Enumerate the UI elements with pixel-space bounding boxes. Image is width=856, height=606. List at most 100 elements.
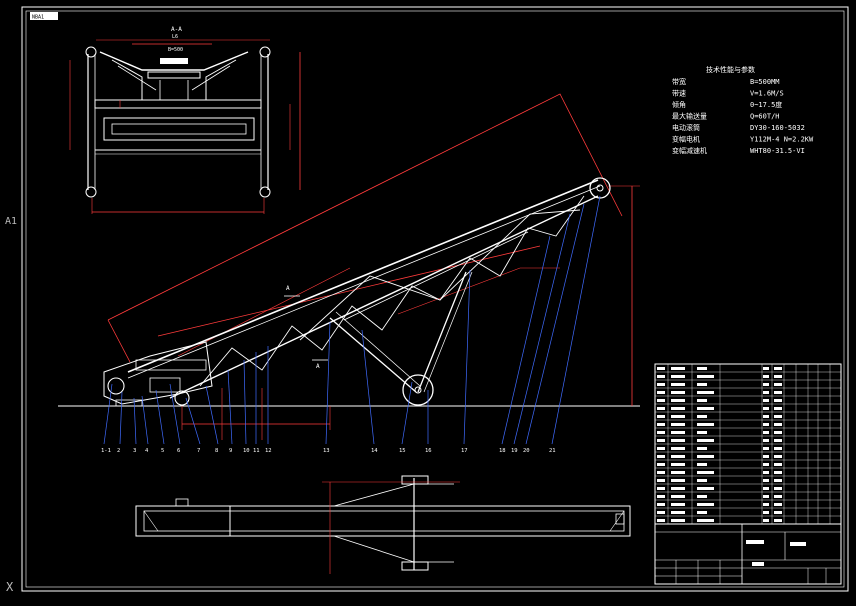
parts-cell-ink [763, 367, 769, 370]
parts-cell-ink [697, 471, 714, 474]
parts-cell-ink [763, 431, 769, 434]
parts-cell-ink [774, 463, 782, 466]
part-number-label: 2 [117, 448, 120, 454]
belt-top-strip [160, 58, 188, 64]
parts-cell-ink [697, 439, 714, 442]
truss-bottom-chord [169, 195, 599, 399]
parts-cell-ink [774, 391, 782, 394]
part-number-label: 12 [265, 448, 272, 454]
truss-top-chord [127, 179, 599, 373]
parts-cell-ink [657, 423, 665, 426]
part-number-label: 21 [549, 448, 556, 454]
parts-cell-ink [671, 439, 685, 442]
parts-cell-ink [671, 471, 685, 474]
part-number-label: 18 [499, 448, 506, 454]
dim-overall-length [107, 93, 623, 321]
part-leader-line [185, 397, 201, 445]
parts-cell-ink [697, 519, 714, 522]
part-leader-line [205, 385, 219, 445]
parts-cell-ink [657, 439, 665, 442]
parts-cell-ink [671, 399, 685, 402]
parts-cell-ink [763, 511, 769, 514]
spec-value: V=1.6M/S [750, 90, 784, 98]
parts-cell-ink [657, 391, 665, 394]
parts-cell-ink [763, 455, 769, 458]
part-number-label: 10 [243, 448, 250, 454]
plan-frame-outer [135, 505, 631, 537]
part-leader-line [325, 321, 331, 445]
parts-cell-ink [671, 455, 685, 458]
parts-cell-ink [671, 431, 685, 434]
plan-wheel-bottom [401, 561, 429, 571]
cad-drawing-canvas[interactable]: NBA1 A1 X A-A L6 B=500 技术性能与参数 带宽 B=500M… [0, 0, 856, 606]
section-wheel-left [85, 186, 97, 198]
parts-cell-ink [671, 519, 685, 522]
parts-cell-ink [671, 415, 685, 418]
parts-cell-ink [657, 479, 665, 482]
tail-pulley [107, 377, 125, 395]
support-leg-front [329, 317, 417, 393]
spec-name: 带速 [672, 90, 686, 98]
part-number-label: 17 [461, 448, 468, 454]
support-leg-rear [417, 271, 467, 393]
parts-cell-ink [763, 479, 769, 482]
section-view-sub: L6 [172, 34, 178, 40]
parts-cell-ink [657, 487, 665, 490]
parts-cell-ink [657, 407, 665, 410]
section-marker-a2: A [316, 363, 320, 370]
section-width-label: B=500 [168, 47, 183, 53]
parts-cell-ink [763, 423, 769, 426]
main-elevation: A A 1-1 2 3 4 5 6 7 8 9 10 11 12 13 14 15 16 17 18 19 20 21 [58, 93, 640, 454]
parts-cell-ink [763, 463, 769, 466]
spec-value: B=500MM [750, 78, 780, 86]
spec-value: WHT80-31.5-VI [750, 147, 805, 155]
sheet-border-outer [21, 6, 849, 592]
part-number-label: 19 [511, 448, 518, 454]
title-stamp-text: NBA1 [32, 15, 44, 21]
sheet-border-inner [25, 10, 845, 588]
parts-cell-ink [763, 471, 769, 474]
part-leader-line [133, 397, 137, 445]
parts-cell-ink [774, 479, 782, 482]
plan-wheel-top [401, 475, 429, 485]
spec-name: 变幅电机 [672, 135, 700, 144]
tech-specs-title: 技术性能与参数 [706, 65, 755, 74]
part-leader-line [361, 329, 375, 445]
part-leader-line [551, 195, 601, 445]
parts-cell-ink [774, 399, 782, 402]
parts-cell-ink [763, 439, 769, 442]
parts-cell-ink [671, 503, 685, 506]
spec-name: 倾角 [672, 100, 686, 109]
parts-cell-ink [657, 415, 665, 418]
parts-cell-ink [671, 367, 685, 370]
part-leader-line [155, 389, 165, 445]
title-block [654, 523, 842, 585]
sheet-size-label: A1 [5, 216, 17, 227]
parts-cell-ink [697, 479, 707, 482]
parts-cell-ink [697, 511, 707, 514]
head-pulley [589, 177, 611, 199]
parts-cell-ink [763, 375, 769, 378]
section-view-label: A-A [171, 26, 182, 33]
parts-cell-ink [763, 519, 769, 522]
parts-cell-ink [657, 447, 665, 450]
parts-cell-ink [657, 463, 665, 466]
part-number-label: 3 [133, 448, 136, 454]
parts-cell-ink [763, 399, 769, 402]
spec-name: 带宽 [672, 77, 686, 86]
part-number-label: 5 [161, 448, 164, 454]
part-leader-line [501, 235, 551, 445]
parts-cell-ink [671, 495, 685, 498]
parts-cell-ink [774, 495, 782, 498]
parts-cell-ink [671, 479, 685, 482]
section-wheel-left-top [85, 46, 97, 58]
spec-value: Q=60T/H [750, 113, 780, 121]
part-number-label: 6 [177, 448, 180, 454]
parts-cell-ink [763, 503, 769, 506]
parts-cell-ink [697, 391, 714, 394]
truss-web [199, 195, 585, 387]
parts-cell-ink [774, 511, 782, 514]
part-leader-line [141, 395, 149, 445]
part-number-label: 20 [523, 448, 530, 454]
parts-cell-ink [657, 383, 665, 386]
